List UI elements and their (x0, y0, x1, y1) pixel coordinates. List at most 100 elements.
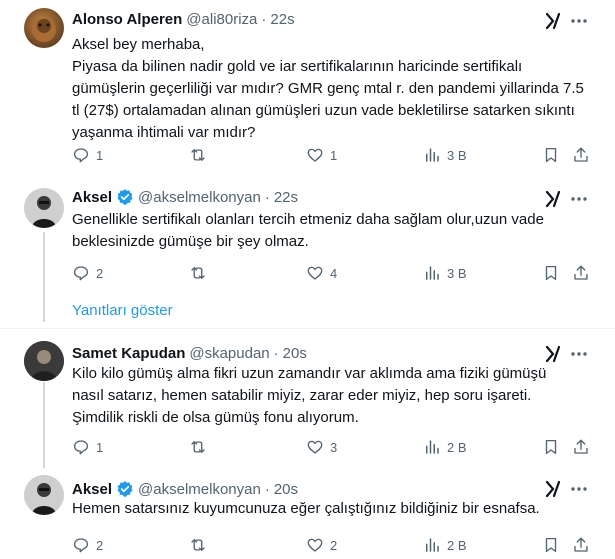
tweet-text: Kilo kilo gümüş alma fikri uzun zamandır… (72, 363, 592, 429)
avatar[interactable] (24, 475, 64, 515)
reply-icon (73, 148, 89, 163)
timestamp[interactable]: 22s (270, 11, 294, 28)
tweet-header: Alonso Alperen @ali80riza · 22s (72, 9, 295, 29)
more-options-icon[interactable] (569, 344, 589, 364)
more-options-icon[interactable] (569, 479, 589, 499)
separator-dot: · (261, 10, 267, 28)
reply-button[interactable]: 2 (72, 263, 103, 283)
tweet-text-line: Aksel bey merhaba, (72, 36, 205, 53)
tweet-3[interactable]: Samet Kapudan @skapudan · 20s Kilo kilo … (0, 329, 615, 469)
author-name[interactable]: Aksel (72, 189, 112, 206)
tweet-text-line: gümüşlerin geçerliliği var mıdır? GMR ge… (72, 80, 584, 97)
verified-badge-icon (116, 480, 134, 498)
more-options-icon[interactable] (569, 11, 589, 31)
view-count: 2 B (447, 439, 467, 455)
avatar[interactable] (24, 341, 64, 381)
author-handle[interactable]: @skapudan (189, 345, 269, 362)
retweet-icon (191, 539, 205, 551)
like-count: 2 (330, 537, 338, 553)
bookmark-button[interactable] (542, 145, 560, 165)
share-button[interactable] (572, 263, 590, 283)
like-button[interactable]: 3 (306, 437, 337, 457)
share-icon (574, 147, 588, 162)
reply-count: 1 (96, 439, 104, 455)
like-count: 1 (330, 147, 338, 163)
retweet-button[interactable] (189, 437, 207, 457)
like-button[interactable]: 1 (306, 145, 337, 165)
reply-button[interactable]: 1 (72, 145, 103, 165)
analytics-icon (426, 538, 439, 552)
tweet-text-line: Genellikle sertifikalı olanları tercih e… (72, 211, 544, 228)
timestamp[interactable]: 22s (274, 189, 298, 206)
analytics-icon (426, 148, 439, 162)
action-bar: 1 3 2 B (72, 437, 596, 457)
retweet-icon (191, 441, 205, 453)
analytics-icon (426, 440, 439, 454)
share-icon (574, 439, 588, 454)
bookmark-button[interactable] (542, 535, 560, 555)
views-button[interactable]: 3 B (423, 145, 467, 165)
view-count: 3 B (447, 265, 467, 281)
retweet-button[interactable] (189, 145, 207, 165)
more-options-icon[interactable] (569, 189, 589, 209)
tweet-text-line: beklesinizde gümüşe bir şey olmaz. (72, 233, 309, 250)
timestamp[interactable]: 20s (283, 345, 307, 362)
author-handle[interactable]: @akselmelkonyan (138, 481, 261, 498)
action-bar: 2 4 3 B (72, 263, 596, 283)
views-button[interactable]: 2 B (423, 535, 467, 555)
tweet-header: Aksel @akselmelkonyan · 20s (72, 479, 298, 499)
action-bar: 2 2 2 B (72, 535, 596, 555)
share-button[interactable] (572, 535, 590, 555)
bookmark-button[interactable] (542, 263, 560, 283)
tweet-text-line: Piyasa da bilinen nadir gold ve iar sert… (72, 58, 523, 75)
show-replies-link[interactable]: Yanıtları göster (72, 302, 173, 319)
view-count: 2 B (447, 537, 467, 553)
thread-connector (43, 382, 45, 468)
like-button[interactable]: 4 (306, 263, 337, 283)
heart-icon (307, 440, 323, 454)
reply-icon (73, 538, 89, 553)
author-name[interactable]: Alonso Alperen (72, 11, 182, 28)
timestamp[interactable]: 20s (274, 481, 298, 498)
retweet-icon (191, 149, 205, 161)
reply-count: 2 (96, 265, 104, 281)
heart-icon (307, 266, 323, 280)
grok-icon[interactable] (543, 189, 563, 209)
bookmark-icon (545, 147, 557, 163)
reply-button[interactable]: 1 (72, 437, 103, 457)
tweet-text: Aksel bey merhaba, Piyasa da bilinen nad… (72, 34, 592, 144)
tweet-2[interactable]: Aksel @akselmelkonyan · 22s Genellikle s… (0, 182, 615, 290)
tweet-1[interactable]: Alonso Alperen @ali80riza · 22s Aksel be… (0, 0, 615, 182)
reply-icon (73, 266, 89, 281)
reply-icon (73, 440, 89, 455)
reply-count: 1 (96, 147, 104, 163)
tweet-4[interactable]: Aksel @akselmelkonyan · 20s Hemen satars… (0, 469, 615, 559)
like-button[interactable]: 2 (306, 535, 337, 555)
grok-icon[interactable] (543, 344, 563, 364)
share-icon (574, 537, 588, 552)
tweet-header: Samet Kapudan @skapudan · 20s (72, 343, 307, 363)
views-button[interactable]: 2 B (423, 437, 467, 457)
share-button[interactable] (572, 145, 590, 165)
tweet-text-line: nasıl satarız, hemen satabilir miyiz, za… (72, 387, 532, 404)
retweet-button[interactable] (189, 263, 207, 283)
retweet-button[interactable] (189, 535, 207, 555)
avatar[interactable] (24, 8, 64, 48)
avatar[interactable] (24, 188, 64, 228)
share-button[interactable] (572, 437, 590, 457)
grok-icon[interactable] (543, 11, 563, 31)
views-button[interactable]: 3 B (423, 263, 467, 283)
bookmark-icon (545, 537, 557, 553)
reply-button[interactable]: 2 (72, 535, 103, 555)
grok-icon[interactable] (543, 479, 563, 499)
bookmark-button[interactable] (542, 437, 560, 457)
author-handle[interactable]: @akselmelkonyan (138, 189, 261, 206)
author-handle[interactable]: @ali80riza (186, 11, 257, 28)
author-name[interactable]: Samet Kapudan (72, 345, 185, 362)
author-name[interactable]: Aksel (72, 481, 112, 498)
share-icon (574, 265, 588, 280)
analytics-icon (426, 266, 439, 280)
tweet-header: Aksel @akselmelkonyan · 22s (72, 187, 298, 207)
like-count: 3 (330, 439, 338, 455)
tweet-text-line: tl (27$) ortalamadan alınan gümüşleri uz… (72, 102, 575, 119)
